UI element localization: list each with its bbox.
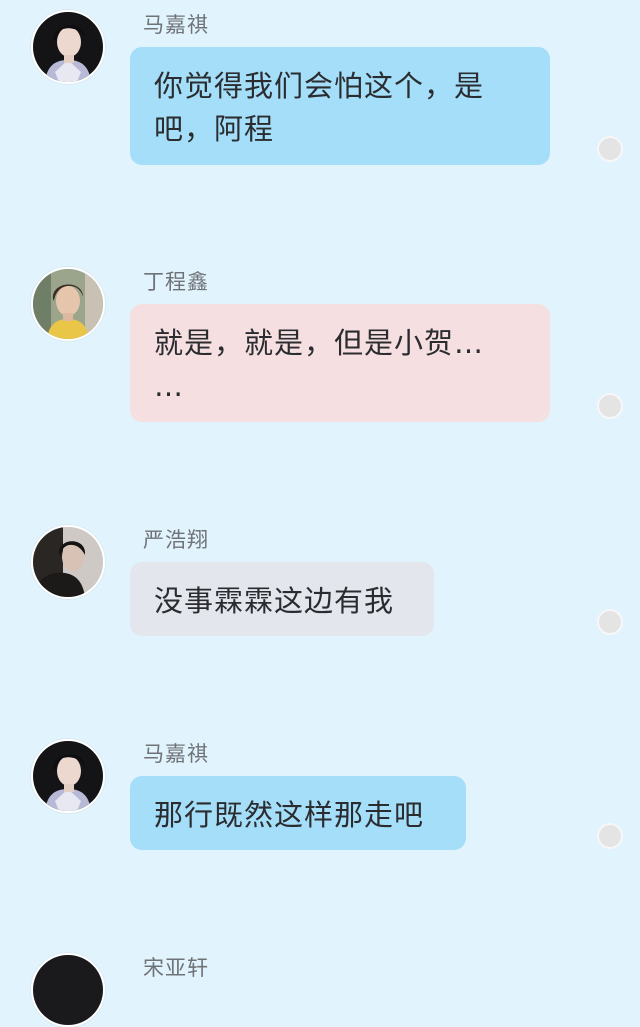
message-bubble[interactable]: 没事霖霖这边有我 [130,562,434,636]
avatar[interactable] [31,525,105,599]
avatar[interactable] [31,739,105,813]
avatar[interactable] [31,267,105,341]
message-text: … [154,369,184,403]
message-text: 你觉得我们会怕这个，是 [154,69,485,103]
message-bubble[interactable]: 你觉得我们会怕这个，是 吧，阿程 [130,47,550,165]
sender-name: 严浩翔 [143,528,209,552]
sender-name: 宋亚轩 [143,956,209,980]
avatar-majiaqi-icon [33,741,103,811]
message-bubble[interactable]: 那行既然这样那走吧 [130,776,466,850]
message-status-indicator [597,393,623,419]
message-status-indicator [597,609,623,635]
sender-name: 马嘉祺 [143,13,209,37]
avatar[interactable] [31,10,105,84]
avatar-majiaqi-icon [33,12,103,82]
message-status-indicator [597,823,623,849]
sender-name: 马嘉祺 [143,742,209,766]
chat-message-list[interactable]: 马嘉祺 你觉得我们会怕这个，是 吧，阿程 丁程鑫 就是，就是，但是小贺… … 严… [0,0,640,1027]
message-text: 吧，阿程 [154,112,275,146]
message-text: 就是，就是，但是小贺… [154,326,485,360]
sender-name: 丁程鑫 [143,270,209,294]
message-text: 那行既然这样那走吧 [154,798,425,832]
avatar[interactable] [31,953,105,1027]
avatar-dingchengxin-icon [33,269,103,339]
message-text: 没事霖霖这边有我 [154,584,395,618]
avatar-yanhaoxiang-icon [33,527,103,597]
message-bubble[interactable]: 就是，就是，但是小贺… … [130,304,550,422]
message-status-indicator [597,136,623,162]
